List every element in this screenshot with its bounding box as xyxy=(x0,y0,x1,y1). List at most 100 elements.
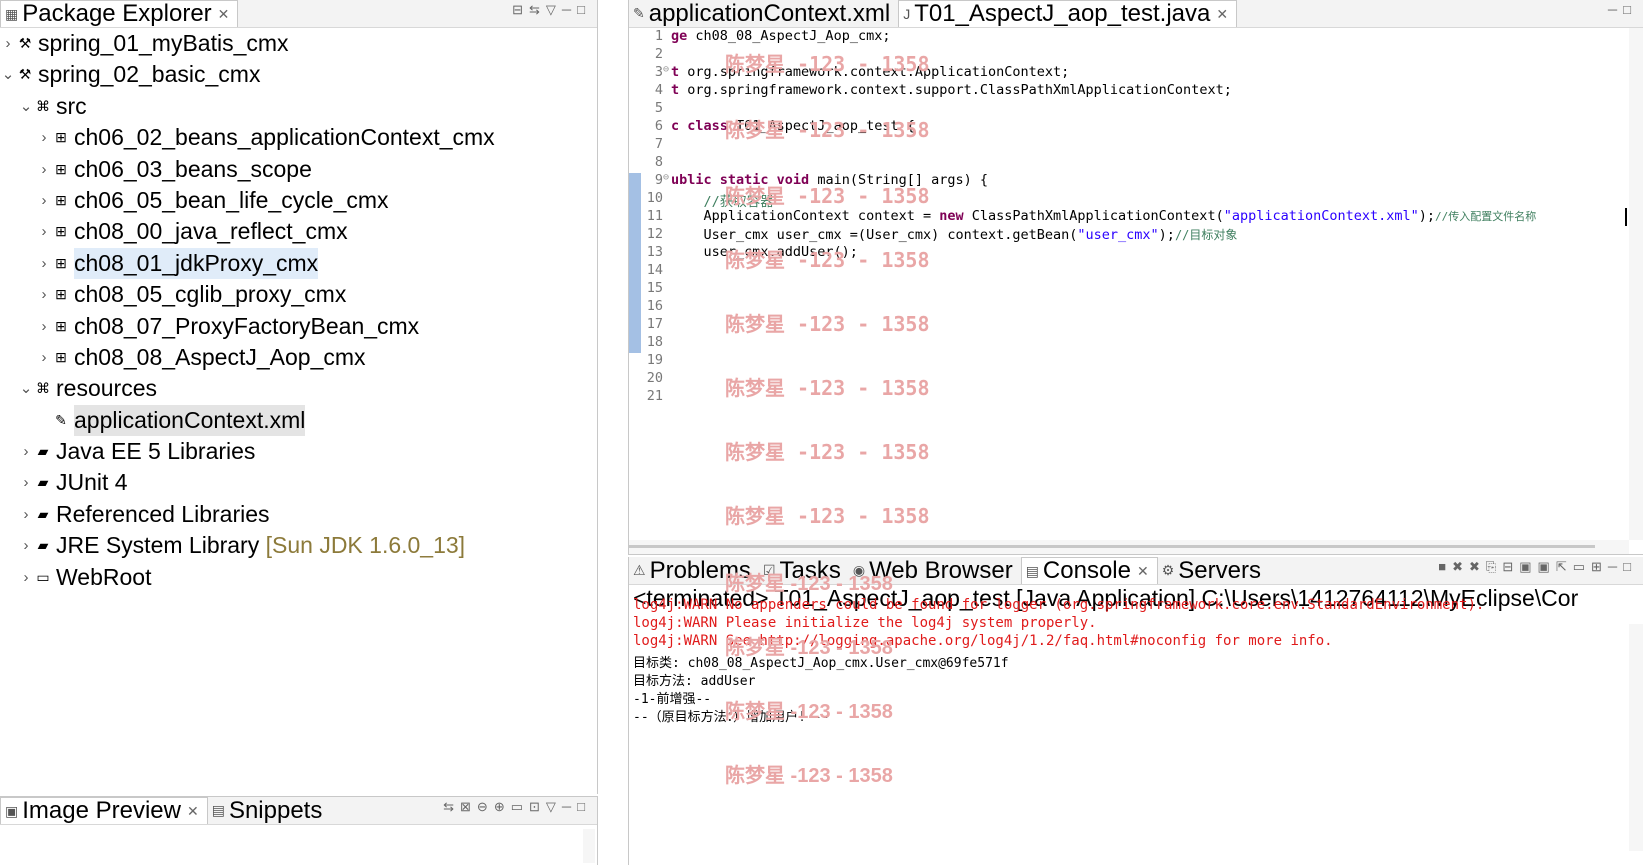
tree-item[interactable]: › ▭ WebRoot xyxy=(0,562,597,593)
collapse-icon[interactable]: › xyxy=(36,154,52,185)
code-text: ApplicationContext context = xyxy=(671,208,940,224)
view-menu-icon[interactable]: ▽ xyxy=(546,2,562,17)
close-icon[interactable]: ✕ xyxy=(1137,563,1149,580)
open-console-icon[interactable]: ⊞ xyxy=(1591,559,1608,574)
actual-size-icon[interactable]: ▭ xyxy=(511,799,529,814)
horizontal-scrollbar[interactable] xyxy=(629,540,1629,554)
collapse-icon[interactable]: › xyxy=(36,185,52,216)
maximize-icon[interactable]: □ xyxy=(577,799,591,814)
clear-console-icon[interactable]: ⎘ xyxy=(1486,559,1502,574)
collapse-icon[interactable]: › xyxy=(36,342,52,373)
tab-problems[interactable]: ⚠ Problems xyxy=(629,557,759,584)
vertical-scrollbar[interactable] xyxy=(583,829,595,863)
collapse-icon[interactable]: › xyxy=(18,436,34,467)
code-comment: //传入配置文件名称 xyxy=(1435,210,1537,223)
tab-t01-aspectj-aop-test[interactable]: J T01_AspectJ_aop_test.java ✕ xyxy=(898,0,1238,27)
fold-icon[interactable]: ⊖ xyxy=(663,64,669,75)
maximize-icon[interactable]: □ xyxy=(577,2,591,17)
console-output[interactable]: log4j:WARN No appenders could be found f… xyxy=(629,597,1643,865)
minimize-icon[interactable]: ─ xyxy=(1608,559,1623,574)
collapse-icon[interactable]: › xyxy=(18,467,34,498)
tab-image-preview-label: Image Preview xyxy=(22,797,181,824)
tab-web-browser[interactable]: ◉ Web Browser xyxy=(849,557,1021,584)
tree-item[interactable]: › ▰ Java EE 5 Libraries xyxy=(0,436,597,467)
tree-node-icon: ▰ xyxy=(37,474,49,491)
show-stdout-icon[interactable]: ▣ xyxy=(1519,559,1537,574)
scroll-thumb[interactable] xyxy=(629,545,1595,548)
collapse-icon[interactable]: › xyxy=(18,499,34,530)
close-icon[interactable]: ✕ xyxy=(187,803,199,820)
collapse-icon[interactable]: › xyxy=(36,216,52,247)
tree-item[interactable]: ⌄ ⌘ resources xyxy=(0,373,597,404)
zoom-in-icon[interactable]: ⊕ xyxy=(494,799,511,814)
collapse-icon[interactable]: › xyxy=(18,530,34,561)
terminate-icon[interactable]: ■ xyxy=(1438,559,1452,574)
tab-snippets[interactable]: ▤ Snippets xyxy=(208,797,331,824)
scroll-lock-icon[interactable]: ⊟ xyxy=(1502,559,1519,574)
remove-launch-icon[interactable]: ✖ xyxy=(1452,559,1469,574)
expand-icon[interactable]: ⌄ xyxy=(0,59,16,90)
tree-item[interactable]: ⌄ ⚒ spring_02_basic_cmx xyxy=(0,59,597,90)
zoom-fit-icon[interactable]: ⊡ xyxy=(529,799,546,814)
tree-item[interactable]: › ⊞ ch08_00_java_reflect_cmx xyxy=(0,216,597,247)
tree-item[interactable]: › ⚒ spring_01_myBatis_cmx xyxy=(0,28,597,59)
collapse-icon[interactable]: › xyxy=(36,122,52,153)
maximize-icon[interactable]: □ xyxy=(1623,2,1637,17)
vertical-scrollbar[interactable] xyxy=(1629,624,1643,851)
tree-item-label: src xyxy=(56,92,87,119)
tab-application-context-xml[interactable]: ✎ applicationContext.xml xyxy=(629,0,898,27)
minimize-icon[interactable]: ─ xyxy=(562,799,577,814)
close-icon[interactable]: ✕ xyxy=(218,6,230,23)
line-number: 13 xyxy=(646,244,663,260)
keyword: c class xyxy=(671,118,728,134)
tree-item[interactable]: › ⊞ ch08_01_jdkProxy_cmx xyxy=(0,247,597,280)
refresh-icon[interactable]: ⇆ xyxy=(443,799,460,814)
tree-item[interactable]: ✎ applicationContext.xml xyxy=(0,404,597,437)
fold-icon[interactable]: ⊖ xyxy=(663,172,669,183)
display-console-icon[interactable]: ▭ xyxy=(1573,559,1591,574)
tree-item[interactable]: › ⊞ ch06_02_beans_applicationContext_cmx xyxy=(0,122,597,153)
watermark: 陈梦星 -123 - 1358 xyxy=(725,440,930,464)
expand-icon[interactable]: ⌄ xyxy=(18,373,34,404)
zoom-out-icon[interactable]: ⊖ xyxy=(477,799,494,814)
image-preview-icon: ▣ xyxy=(5,802,19,819)
collapse-icon[interactable]: › xyxy=(36,311,52,342)
console-tabbar: ⚠ Problems ☑ Tasks ◉ Web Browser ▤ Conso… xyxy=(629,557,1643,585)
link-editor-icon[interactable]: ⇆ xyxy=(529,2,546,17)
collapse-icon[interactable]: › xyxy=(36,279,52,310)
tab-package-explorer-label: Package Explorer xyxy=(22,0,212,27)
tree-item[interactable]: › ▰ Referenced Libraries xyxy=(0,499,597,530)
tree-item-label: ch08_07_ProxyFactoryBean_cmx xyxy=(74,312,420,339)
show-stderr-icon[interactable]: ▣ xyxy=(1538,559,1556,574)
view-menu-icon[interactable]: ▽ xyxy=(546,799,562,814)
tab-tasks[interactable]: ☑ Tasks xyxy=(759,557,849,584)
minimize-icon[interactable]: ─ xyxy=(1608,2,1623,17)
tree-item[interactable]: › ⊞ ch08_05_cglib_proxy_cmx xyxy=(0,279,597,310)
expand-icon[interactable]: ⌄ xyxy=(18,91,34,122)
collapse-all-icon[interactable]: ⊟ xyxy=(512,2,529,17)
tree-item[interactable]: › ⊞ ch06_03_beans_scope xyxy=(0,154,597,185)
collapse-icon[interactable]: › xyxy=(0,28,16,59)
fit-icon[interactable]: ⊠ xyxy=(460,799,477,814)
minimize-icon[interactable]: ─ xyxy=(562,2,577,17)
tree-item[interactable]: › ⊞ ch06_05_bean_life_cycle_cmx xyxy=(0,185,597,216)
tree-item[interactable]: › ▰ JRE System Library [Sun JDK 1.6.0_13] xyxy=(0,530,597,561)
vertical-scrollbar[interactable] xyxy=(1629,28,1643,540)
tab-package-explorer[interactable]: ▦ Package Explorer ✕ xyxy=(0,0,239,27)
tab-image-preview[interactable]: ▣ Image Preview ✕ xyxy=(0,797,208,824)
line-number: 8 xyxy=(654,154,663,170)
tree-item[interactable]: › ⊞ ch08_07_ProxyFactoryBean_cmx xyxy=(0,311,597,342)
remove-all-icon[interactable]: ✖ xyxy=(1469,559,1486,574)
tab-application-context-xml-label: applicationContext.xml xyxy=(648,0,891,27)
collapse-icon[interactable]: › xyxy=(36,248,52,279)
tab-console[interactable]: ▤ Console ✕ xyxy=(1020,557,1158,584)
tree-item[interactable]: ⌄ ⌘ src xyxy=(0,91,597,122)
maximize-icon[interactable]: □ xyxy=(1623,559,1637,574)
code-area[interactable]: 1 2 3 4 5 6 7 8 9 10 11 12 13 14 15 16 17 18 19 20 21 ⊖ ⊖ ge… xyxy=(629,28,1643,554)
close-icon[interactable]: ✕ xyxy=(1216,6,1228,23)
tab-servers[interactable]: ⚙ Servers xyxy=(1158,557,1269,584)
collapse-icon[interactable]: › xyxy=(18,562,34,593)
tree-item[interactable]: › ▰ JUnit 4 xyxy=(0,467,597,498)
tree-item[interactable]: › ⊞ ch08_08_AspectJ_Aop_cmx xyxy=(0,342,597,373)
pin-console-icon[interactable]: ⇱ xyxy=(1556,559,1573,574)
